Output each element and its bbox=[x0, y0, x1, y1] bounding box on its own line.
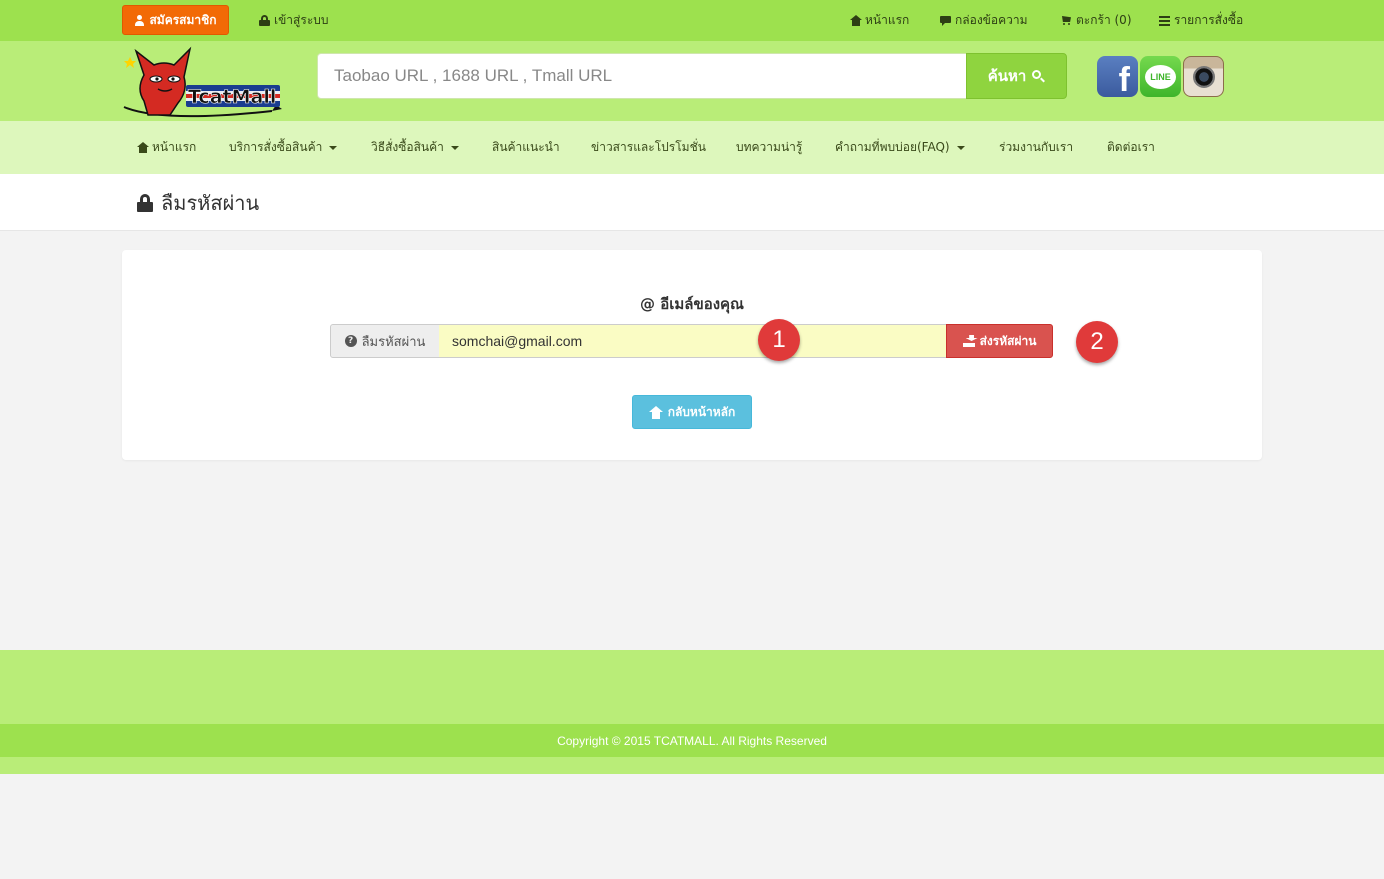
back-button-label: กลับหน้าหลัก bbox=[667, 404, 736, 419]
forgot-password-panel: @ อีเมล์ของคุณ ? ลืมรหัสผ่าน ส่งรหัสผ่าน… bbox=[122, 250, 1262, 460]
home-icon bbox=[850, 15, 862, 26]
top-link-orders[interactable]: รายการสั่งซื้อ bbox=[1159, 0, 1243, 41]
nav-label: บทความน่ารู้ bbox=[736, 140, 803, 154]
page-title: ลืมรหัสผ่าน bbox=[137, 174, 259, 231]
header: TcatMall Taobao URL , 1688 URL , Tmall U… bbox=[0, 41, 1384, 121]
nav-item-recommended[interactable]: สินค้าแนะนำ bbox=[492, 121, 560, 174]
nav-item-contact[interactable]: ติดต่อเรา bbox=[1107, 121, 1155, 174]
top-link-label: กล่องข้อความ bbox=[955, 13, 1028, 27]
email-field[interactable] bbox=[439, 324, 947, 358]
search-input[interactable]: Taobao URL , 1688 URL , Tmall URL bbox=[317, 53, 967, 99]
main-nav: หน้าแรก บริการสั่งซื้อสินค้า วิธีสั่งซื้… bbox=[0, 121, 1384, 174]
top-link-cart[interactable]: ตะกร้า (0) bbox=[1061, 0, 1132, 41]
footer-copyright-bar: Copyright © 2015 TCATMALL. All Rights Re… bbox=[0, 724, 1384, 757]
top-link-home[interactable]: หน้าแรก bbox=[850, 0, 909, 41]
step-marker-2: 2 bbox=[1076, 321, 1118, 363]
instagram-icon[interactable] bbox=[1183, 56, 1224, 97]
send-button-label: ส่งรหัสผ่าน bbox=[979, 333, 1037, 348]
nav-item-services[interactable]: บริการสั่งซื้อสินค้า bbox=[229, 121, 338, 174]
line-bubble: LINE bbox=[1145, 64, 1176, 89]
comment-icon bbox=[940, 15, 951, 26]
search-placeholder: Taobao URL , 1688 URL , Tmall URL bbox=[334, 66, 613, 85]
login-link[interactable]: เข้าสู่ระบบ bbox=[259, 0, 329, 41]
nav-item-home[interactable]: หน้าแรก bbox=[137, 121, 196, 174]
page-title-text: ลืมรหัสผ่าน bbox=[161, 190, 260, 215]
logo-text: TcatMall bbox=[188, 86, 276, 108]
send-password-button[interactable]: ส่งรหัสผ่าน bbox=[946, 324, 1053, 358]
tcatmall-logo[interactable]: TcatMall bbox=[122, 45, 286, 119]
nav-label: ติดต่อเรา bbox=[1107, 140, 1155, 154]
input-addon: ? ลืมรหัสผ่าน bbox=[330, 324, 440, 358]
footer-bottom-strip bbox=[0, 757, 1384, 774]
nav-label: ข่าวสารและโปรโมชั่น bbox=[591, 140, 706, 154]
user-icon bbox=[134, 14, 145, 26]
top-link-messages[interactable]: กล่องข้อความ bbox=[940, 0, 1028, 41]
nav-item-news[interactable]: ข่าวสารและโปรโมชั่น bbox=[591, 121, 706, 174]
email-label: @ อีเมล์ของคุณ bbox=[640, 295, 744, 313]
top-bar: สมัครสมาชิก เข้าสู่ระบบ หน้าแรก กล่องข้อ… bbox=[0, 0, 1384, 41]
cart-icon bbox=[1061, 15, 1072, 26]
camera-lens bbox=[1192, 65, 1215, 88]
top-link-label: ตะกร้า (0) bbox=[1076, 13, 1132, 27]
download-icon bbox=[962, 335, 975, 347]
nav-label: หน้าแรก bbox=[152, 140, 197, 154]
top-link-label: หน้าแรก bbox=[865, 13, 910, 27]
copyright-text: Copyright © 2015 TCATMALL. All Rights Re… bbox=[557, 733, 827, 748]
step-marker-1: 1 bbox=[758, 319, 800, 361]
caret-down-icon bbox=[956, 145, 965, 150]
login-label: เข้าสู่ระบบ bbox=[274, 13, 329, 27]
addon-label: ลืมรหัสผ่าน bbox=[361, 334, 426, 350]
back-home-button[interactable]: กลับหน้าหลัก bbox=[632, 395, 752, 429]
nav-label: บริการสั่งซื้อสินค้า bbox=[229, 140, 323, 154]
facebook-icon[interactable]: f bbox=[1097, 56, 1138, 97]
register-label: สมัครสมาชิก bbox=[149, 12, 217, 27]
line-icon[interactable]: LINE bbox=[1140, 56, 1181, 97]
caret-down-icon bbox=[329, 145, 338, 150]
register-button[interactable]: สมัครสมาชิก bbox=[122, 5, 229, 35]
page-header: ลืมรหัสผ่าน bbox=[0, 174, 1384, 231]
home-icon bbox=[137, 142, 149, 153]
search-icon bbox=[1032, 69, 1045, 83]
question-icon: ? bbox=[344, 335, 357, 347]
home-icon bbox=[648, 405, 663, 419]
nav-item-careers[interactable]: ร่วมงานกับเรา bbox=[999, 121, 1073, 174]
nav-label: วิธีสั่งซื้อสินค้า bbox=[371, 140, 444, 154]
caret-down-icon bbox=[450, 145, 459, 150]
lock-icon bbox=[137, 193, 153, 212]
nav-label: สินค้าแนะนำ bbox=[492, 140, 560, 154]
list-icon bbox=[1159, 15, 1170, 26]
nav-item-articles[interactable]: บทความน่ารู้ bbox=[736, 121, 802, 174]
footer bbox=[0, 650, 1384, 724]
nav-item-faq[interactable]: คำถามที่พบบ่อย(FAQ) bbox=[835, 121, 965, 174]
lock-icon bbox=[259, 15, 270, 26]
nav-label: ร่วมงานกับเรา bbox=[999, 140, 1074, 154]
search-button[interactable]: ค้นหา bbox=[966, 53, 1067, 99]
nav-item-how-to-order[interactable]: วิธีสั่งซื้อสินค้า bbox=[371, 121, 459, 174]
nav-label: คำถามที่พบบ่อย(FAQ) bbox=[835, 140, 950, 154]
search-button-label: ค้นหา bbox=[987, 67, 1027, 85]
top-link-label: รายการสั่งซื้อ bbox=[1174, 13, 1244, 27]
